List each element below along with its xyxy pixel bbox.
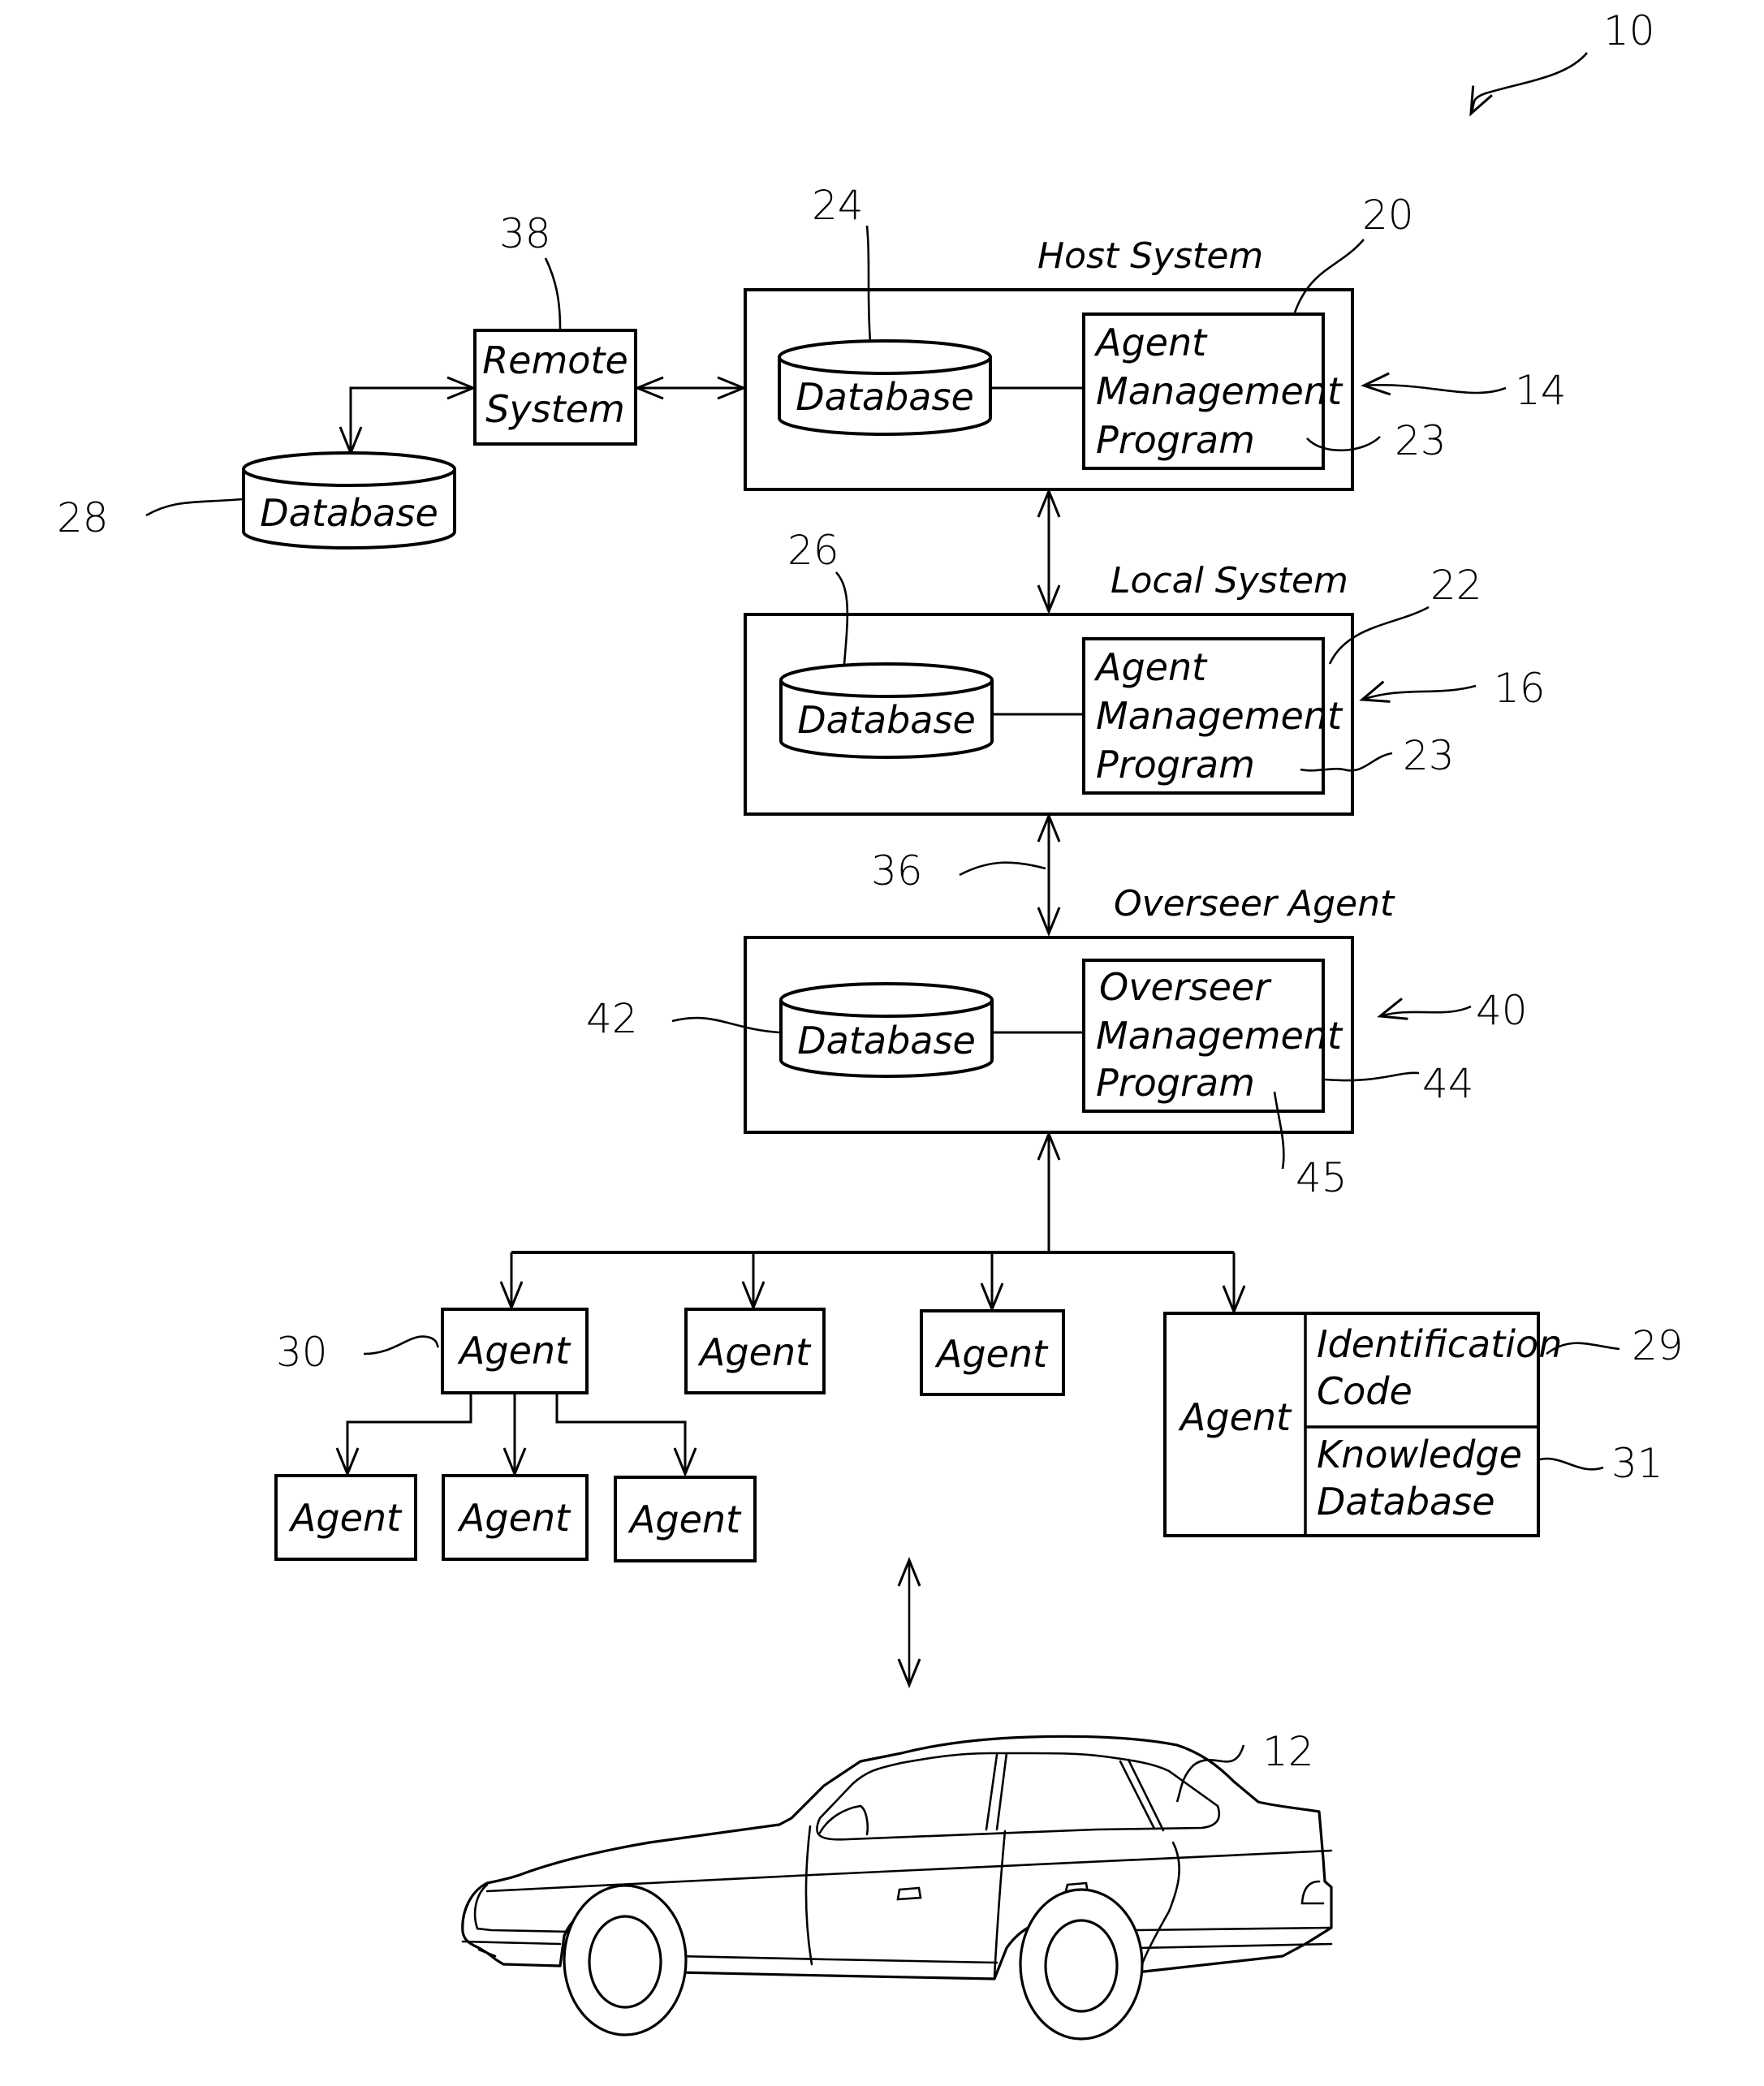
- local-database: Database: [779, 662, 994, 759]
- svg-text:Management: Management: [1096, 1014, 1343, 1058]
- system-diagram: 10 Host System Database Agent Management…: [57, 7, 1684, 2041]
- ref-44: 44: [1422, 1060, 1474, 1107]
- ref-29: 29: [1632, 1322, 1684, 1369]
- sub-agent-2: Agent: [442, 1474, 589, 1561]
- ref-16: 16: [1494, 665, 1546, 712]
- svg-text:Agent: Agent: [288, 1496, 403, 1540]
- figure-ref-10: 10: [1469, 7, 1655, 117]
- local-system: Local System Database Agent Management P…: [744, 527, 1546, 816]
- overseer-management-program: Overseer Management Program: [1082, 959, 1343, 1113]
- svg-text:Agent: Agent: [934, 1332, 1049, 1376]
- host-system: Host System Database Agent Management Pr…: [744, 182, 1567, 491]
- ref-38: 38: [499, 210, 551, 257]
- agents-row-1: Agent Agent Agent: [441, 1308, 1065, 1396]
- svg-text:Database: Database: [260, 491, 438, 535]
- ref-31: 31: [1611, 1440, 1663, 1487]
- svg-text:Agent: Agent: [1178, 1395, 1292, 1439]
- svg-text:Knowledge: Knowledge: [1317, 1433, 1522, 1476]
- host-agent-management-program: Agent Management Program: [1082, 312, 1343, 470]
- svg-text:36: 36: [871, 847, 923, 894]
- ref-24: 24: [812, 182, 864, 229]
- ref-12: 12: [1262, 1728, 1314, 1775]
- remote-system: Remote System 38: [473, 210, 637, 446]
- ref-28: 28: [57, 494, 109, 541]
- svg-text:Code: Code: [1317, 1369, 1412, 1413]
- svg-text:Remote: Remote: [482, 338, 628, 382]
- ref-26: 26: [787, 527, 839, 574]
- overseer-database: Database: [779, 982, 994, 1078]
- ref-23-host: 23: [1395, 417, 1447, 464]
- ref-14: 14: [1515, 367, 1567, 414]
- vehicle-12: 12: [461, 1728, 1333, 2041]
- ref-45: 45: [1296, 1154, 1348, 1201]
- svg-text:10: 10: [1603, 7, 1655, 54]
- svg-text:Agent: Agent: [457, 1496, 571, 1540]
- agent-30: Agent: [441, 1308, 589, 1394]
- ref-20: 20: [1362, 192, 1414, 239]
- svg-text:Agent: Agent: [1093, 645, 1208, 689]
- svg-text:Database: Database: [1317, 1480, 1495, 1524]
- svg-text:Program: Program: [1096, 1061, 1255, 1105]
- ref-42: 42: [586, 995, 638, 1042]
- agents-row-2: Agent Agent Agent: [274, 1474, 757, 1562]
- svg-text:30: 30: [276, 1329, 328, 1376]
- ref-40: 40: [1476, 987, 1528, 1034]
- svg-text:Identification: Identification: [1317, 1322, 1562, 1366]
- svg-text:Host System: Host System: [1037, 235, 1263, 277]
- svg-text:Agent: Agent: [697, 1330, 812, 1374]
- ref-23-local: 23: [1403, 732, 1455, 779]
- svg-text:Program: Program: [1096, 743, 1255, 787]
- agent-3: Agent: [920, 1309, 1065, 1396]
- overseer-agent: Overseer Agent Database Overseer Managem…: [586, 883, 1528, 1201]
- host-database: Database: [778, 339, 992, 436]
- svg-text:Program: Program: [1096, 418, 1255, 462]
- svg-text:Agent: Agent: [628, 1498, 742, 1541]
- sub-agent-1: Agent: [274, 1474, 417, 1561]
- ref-22: 22: [1430, 562, 1482, 609]
- svg-text:Overseer: Overseer: [1099, 965, 1272, 1009]
- svg-text:Agent: Agent: [457, 1329, 571, 1373]
- svg-text:Database: Database: [797, 698, 976, 742]
- ref-30: 30: [276, 1329, 440, 1376]
- ref-36: 36: [871, 847, 1046, 894]
- agent-detail: Agent Identification Code Knowledge Data…: [1163, 1312, 1684, 1537]
- svg-text:Database: Database: [796, 375, 974, 419]
- agent-2: Agent: [684, 1308, 826, 1394]
- database-28: Database 28: [57, 451, 456, 550]
- svg-text:System: System: [485, 387, 625, 431]
- svg-text:Local System: Local System: [1111, 560, 1348, 601]
- svg-text:Management: Management: [1096, 694, 1343, 738]
- svg-text:Agent: Agent: [1093, 321, 1208, 364]
- sub-agent-3: Agent: [614, 1476, 757, 1562]
- svg-text:Management: Management: [1096, 369, 1343, 413]
- svg-text:Overseer Agent: Overseer Agent: [1114, 883, 1395, 924]
- svg-text:Database: Database: [797, 1019, 976, 1062]
